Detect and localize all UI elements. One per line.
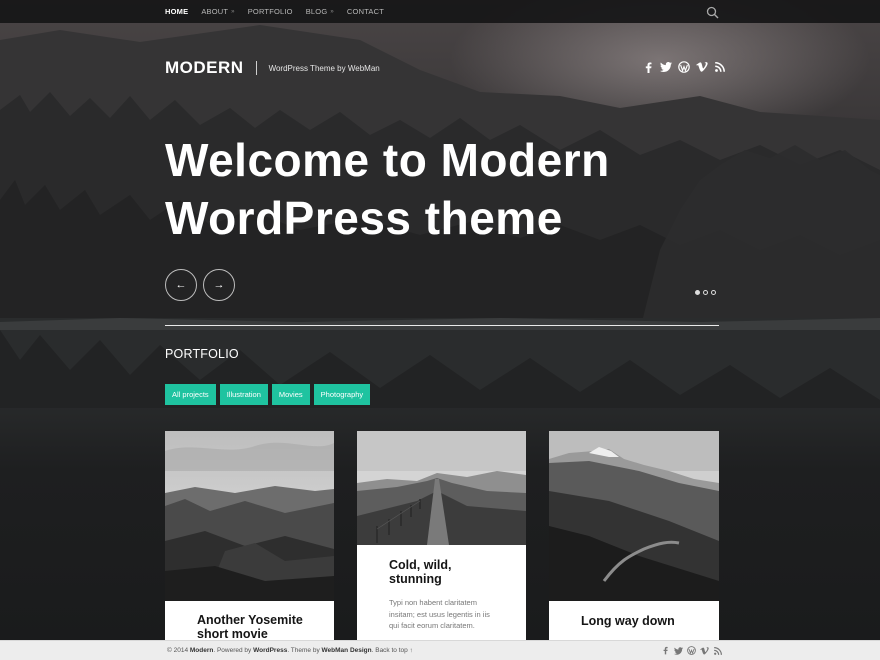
facebook-icon[interactable] [642,61,654,73]
nav-item-about[interactable]: ABOUT» [201,7,234,16]
vimeo-icon[interactable] [696,61,708,73]
filter-movies-button[interactable]: Movies [271,384,310,405]
submenu-indicator-icon: » [330,8,334,15]
arrow-left-icon: ← [175,279,187,291]
twitter-icon[interactable] [660,61,672,73]
wordpress-link[interactable]: WordPress [253,647,287,654]
author-link[interactable]: WebMan Design [322,647,372,654]
slider-dot[interactable] [711,290,716,295]
slider-prev-button[interactable]: ← [165,269,197,301]
portfolio-item-title[interactable]: Long way down [581,614,675,628]
nav-item-portfolio[interactable]: PORTFOLIO [248,7,293,16]
portfolio-item-title[interactable]: Cold, wild, stunning [389,558,452,586]
portfolio-item-card[interactable]: Cold, wild, stunning Typi non habent cla… [357,431,526,640]
title-line: short movie [197,627,268,640]
portfolio-item-title[interactable]: Another Yosemite short movie [197,613,303,640]
portfolio-item-card[interactable]: Long way down [549,431,719,640]
wordpress-icon[interactable] [687,646,696,655]
title-line: Cold, wild, [389,558,452,572]
back-to-top-link[interactable]: . Back to top ↑ [372,647,413,654]
nav-item-contact[interactable]: CONTACT [347,7,384,16]
portfolio-item-caption: Long way down [549,601,719,640]
slider-next-button[interactable]: → [203,269,235,301]
nav-item-label: CONTACT [346,7,385,16]
title-line: Another Yosemite [197,613,303,627]
theme-by-text: . Theme by [287,647,320,654]
branding-divider [255,61,257,75]
nav-item-home[interactable]: HOME [165,7,188,16]
submenu-indicator-icon: » [231,8,235,15]
nav-item-label: ABOUT [201,7,229,16]
footer-social-links [661,646,722,655]
header-social-links [642,61,726,73]
twitter-icon[interactable] [674,646,683,655]
filter-illustration-button[interactable]: Illustration [219,384,268,405]
slider-dot[interactable] [695,290,700,295]
facebook-icon[interactable] [661,646,670,655]
hero-title-line: Welcome to Modern [165,134,610,186]
portfolio-item-image[interactable] [549,431,719,601]
copyright-text: © 2014 [167,647,189,654]
footer-credits: © 2014 Modern. Powered by WordPress. The… [167,647,413,654]
search-icon[interactable] [706,6,719,19]
portfolio-item-caption: Another Yosemite short movie [165,601,334,640]
wordpress-icon[interactable] [678,61,690,73]
filter-photography-button[interactable]: Photography [313,384,371,405]
arrow-right-icon: → [213,279,225,291]
top-navigation-bar: HOME ABOUT» PORTFOLIO BLOG» CONTACT [0,0,880,23]
vimeo-icon[interactable] [700,646,709,655]
site-tagline: WordPress Theme by WebMan [268,63,380,73]
portfolio-item-image[interactable] [357,431,526,545]
site-branding: MODERN WordPress Theme by WebMan [165,58,380,78]
title-line: stunning [389,572,442,586]
portfolio-heading: PORTFOLIO [165,347,239,361]
nav-item-blog[interactable]: BLOG» [306,7,334,16]
nav-item-label: PORTFOLIO [247,7,293,16]
portfolio-item-caption: Cold, wild, stunning Typi non habent cla… [357,545,526,640]
portfolio-item-card[interactable]: Another Yosemite short movie [165,431,334,640]
site-footer: © 2014 Modern. Powered by WordPress. The… [0,640,880,660]
footer-site-link[interactable]: Modern [190,647,213,654]
rss-icon[interactable] [714,61,726,73]
nav-item-label: HOME [165,7,189,16]
site-title[interactable]: MODERN [165,58,244,78]
main-menu: HOME ABOUT» PORTFOLIO BLOG» CONTACT [165,0,397,23]
rss-icon[interactable] [713,646,722,655]
nav-item-label: BLOG [305,7,328,16]
portfolio-item-image[interactable] [165,431,334,601]
slider-dot[interactable] [703,290,708,295]
section-divider [165,325,719,326]
slider-pagination [695,290,716,295]
portfolio-item-excerpt: Typi non habent claritatem insitam; est … [389,598,490,630]
hero-slide-title: Welcome to Modern WordPress theme [165,131,725,247]
hero-title-line: WordPress theme [165,192,563,244]
powered-by-text: . Powered by [213,647,252,654]
filter-all-projects-button[interactable]: All projects [165,384,216,405]
portfolio-filters: All projects Illustration Movies Photogr… [165,384,371,405]
